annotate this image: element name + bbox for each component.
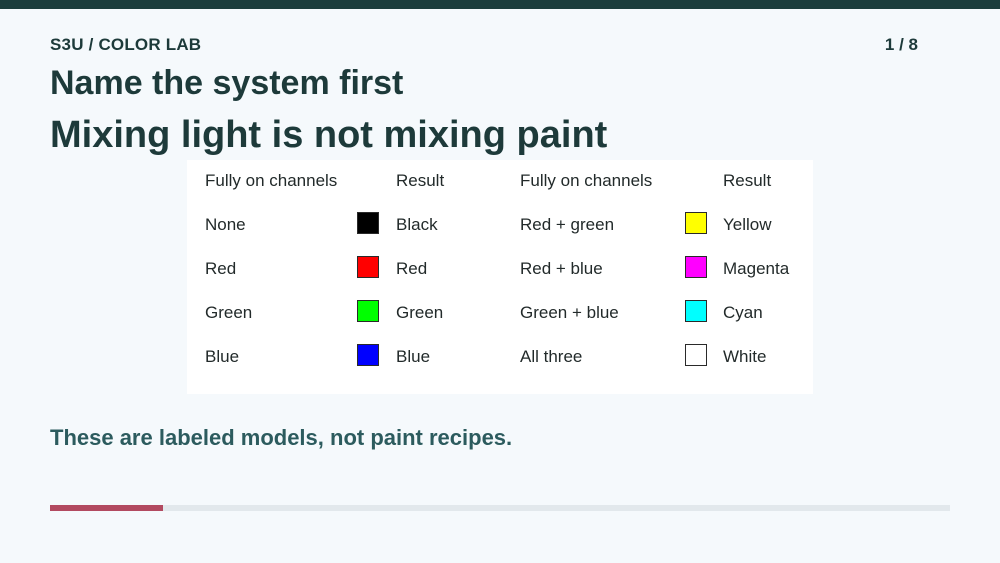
header-channels-left: Fully on channels [205, 171, 338, 190]
row-result: Blue [396, 347, 431, 366]
row-result: White [723, 347, 767, 366]
row-result: Green [396, 303, 444, 322]
color-mixing-table: Fully on channels Result Fully on channe… [187, 160, 813, 394]
color-swatch [357, 344, 379, 366]
color-swatch [685, 212, 707, 234]
row-channels: Red [205, 259, 237, 278]
row-result: Yellow [723, 215, 772, 234]
row-result: Black [396, 215, 438, 234]
slide-progress-fill [50, 505, 163, 511]
row-result: Cyan [723, 303, 763, 322]
header-channels-right: Fully on channels [520, 171, 653, 190]
header-result-left: Result [396, 171, 445, 190]
row-channels: Blue [205, 347, 240, 366]
color-swatch [685, 344, 707, 366]
slide-title: Mixing light is not mixing paint [50, 114, 608, 156]
top-bar [0, 0, 1000, 9]
brand-label: S3U / COLOR LAB [50, 35, 202, 54]
color-swatch [685, 300, 707, 322]
color-swatch [357, 300, 379, 322]
row-channels: Green + blue [520, 303, 619, 322]
color-swatch [357, 256, 379, 278]
row-channels: Green [205, 303, 253, 322]
page-counter: 1 / 8 [884, 35, 918, 54]
row-channels: All three [520, 347, 583, 366]
row-channels: Red + green [520, 215, 615, 234]
slide-caption: These are labeled models, not paint reci… [50, 425, 513, 450]
row-channels: Red + blue [520, 259, 603, 278]
slide-progress-bar [50, 505, 950, 511]
row-result: Magenta [723, 259, 790, 278]
row-result: Red [396, 259, 428, 278]
color-swatch [685, 256, 707, 278]
slide-heading: Name the system first [50, 64, 404, 102]
row-channels: None [205, 215, 246, 234]
color-swatch [357, 212, 379, 234]
header-result-right: Result [723, 171, 772, 190]
